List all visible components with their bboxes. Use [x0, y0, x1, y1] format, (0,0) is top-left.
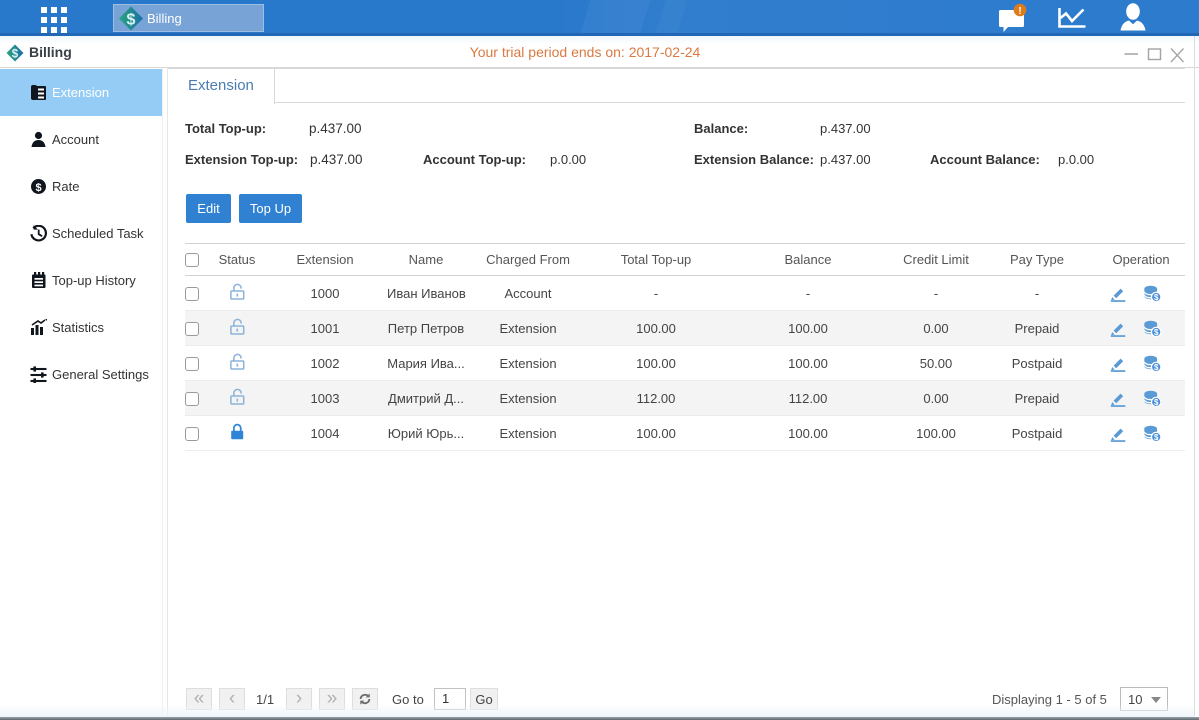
svg-text:$: $	[35, 182, 41, 194]
svg-text:!: !	[1018, 6, 1021, 17]
svg-text:$: $	[127, 12, 136, 29]
